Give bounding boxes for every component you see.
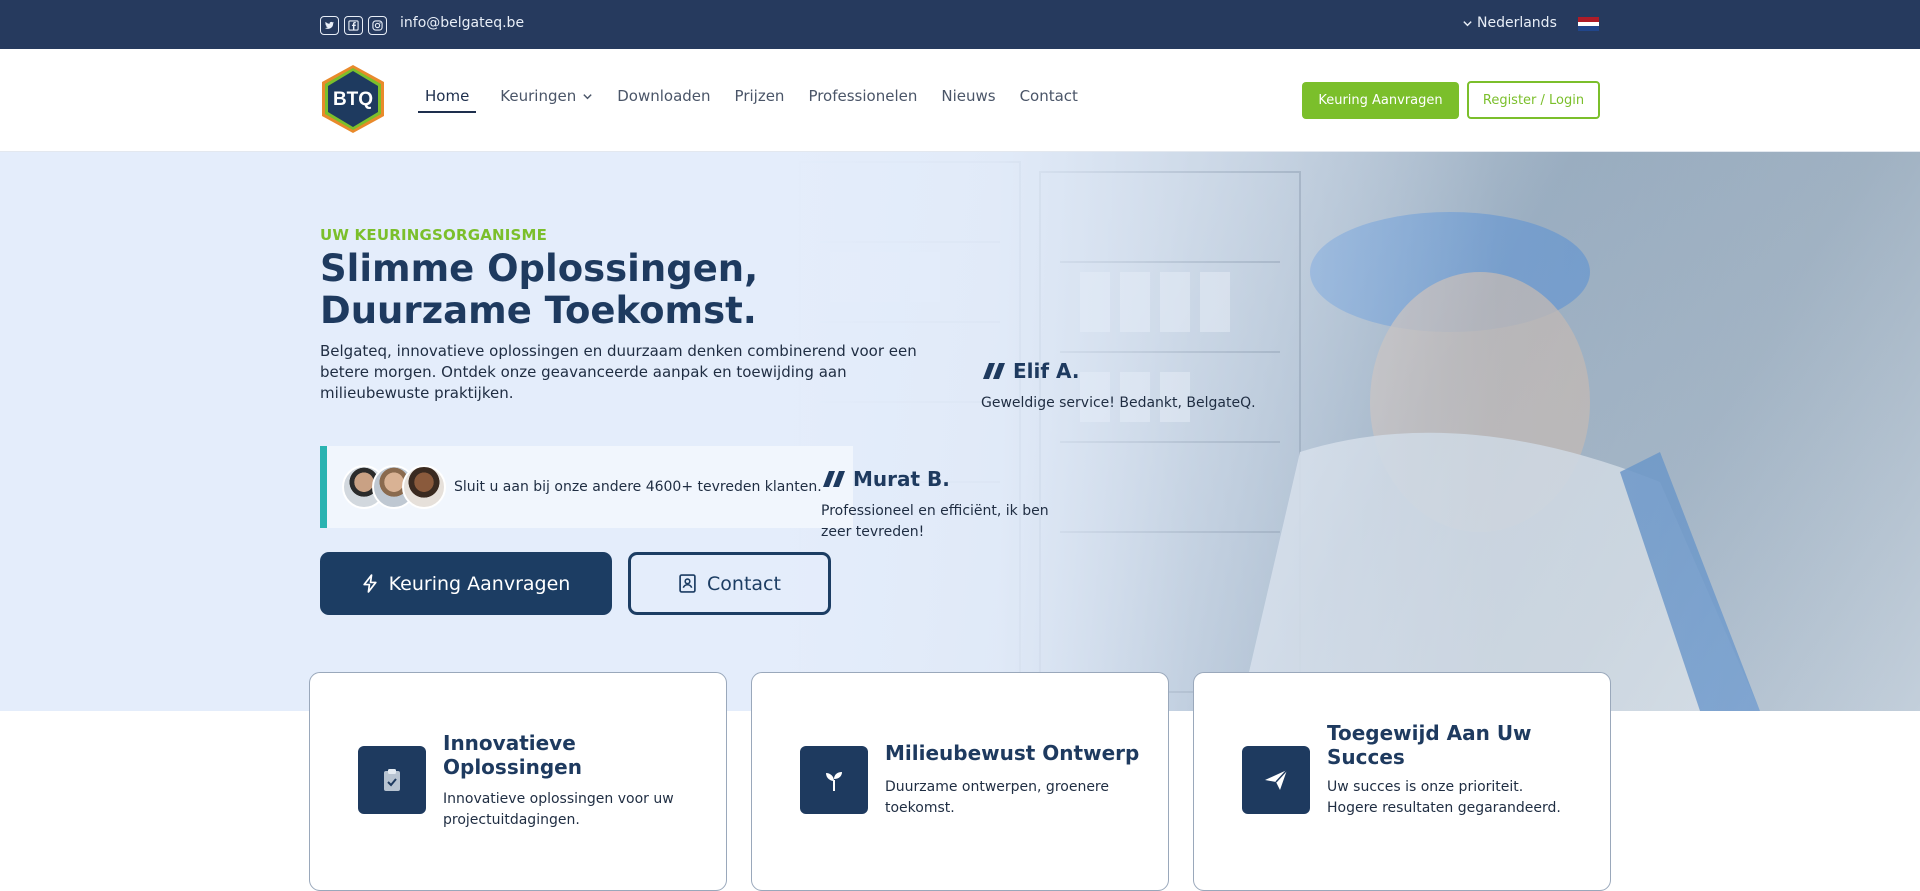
- quote-icon: [983, 363, 1005, 379]
- language-label: Nederlands: [1477, 15, 1557, 31]
- hero-section: UW KEURINGSORGANISME Slimme Oplossingen,…: [0, 152, 1920, 711]
- facebook-icon[interactable]: [344, 16, 363, 35]
- customer-avatars: [342, 465, 446, 509]
- testimonial-quote: Geweldige service! Bedankt, BelgateQ.: [981, 395, 1256, 411]
- request-inspection-button[interactable]: Keuring Aanvragen: [1302, 82, 1459, 119]
- feature-description: Duurzame ontwerpen, groenere toekomst.: [885, 779, 1109, 816]
- hero-title-line-1: Slimme Oplossingen,: [320, 247, 759, 290]
- feature-description: Innovatieve oplossingen voor uw projectu…: [443, 791, 674, 828]
- logo-text: BTQ: [333, 89, 373, 110]
- chevron-down-icon: [1463, 20, 1472, 26]
- btq-logo[interactable]: BTQ: [320, 64, 386, 134]
- testimonial-card: Elif A. Geweldige service! Bedankt, Belg…: [981, 359, 1281, 414]
- testimonial-card: Murat B. Professioneel en efficiënt, ik …: [821, 467, 1081, 543]
- hero-request-inspection-button[interactable]: Keuring Aanvragen: [320, 552, 612, 615]
- avatar: [402, 465, 446, 509]
- hero-title: Slimme Oplossingen, Duurzame Toekomst.: [320, 248, 820, 332]
- chevron-down-icon: [583, 93, 592, 99]
- nav-item-label: Contact: [1019, 87, 1078, 105]
- contact-email-link[interactable]: info@belgateq.be: [400, 15, 524, 31]
- button-label: Keuring Aanvragen: [388, 572, 571, 595]
- main-navigation: BTQ Home Keuringen Downloaden Prijzen Pr…: [0, 49, 1920, 152]
- feature-card-dedicated-success: Toegewijd Aan Uw Succes Uw succes is onz…: [1193, 672, 1611, 891]
- feature-title: Innovatieve Oplossingen: [443, 731, 582, 779]
- social-proof-banner: Sluit u aan bij onze andere 4600+ tevred…: [320, 446, 853, 528]
- button-label: Contact: [707, 572, 781, 595]
- nav-item-nieuws[interactable]: Nieuws: [941, 87, 995, 113]
- top-bar: info@belgateq.be Nederlands: [0, 0, 1920, 49]
- instagram-icon[interactable]: [368, 16, 387, 35]
- netherlands-flag-icon[interactable]: [1578, 17, 1599, 32]
- feature-title: Toegewijd Aan Uw Succes: [1327, 721, 1532, 769]
- twitter-icon[interactable]: [320, 16, 339, 35]
- testimonial-quote: Professioneel en efficiënt, ik ben zeer …: [821, 503, 1049, 540]
- feature-card-eco-design: Milieubewust Ontwerp Duurzame ontwerpen,…: [751, 672, 1169, 891]
- nav-item-home[interactable]: Home: [418, 87, 477, 113]
- nav-item-prijzen[interactable]: Prijzen: [735, 87, 785, 113]
- testimonial-name: Murat B.: [821, 467, 1081, 491]
- hero-eyebrow: UW KEURINGSORGANISME: [320, 226, 548, 244]
- nav-item-label: Keuringen: [500, 87, 577, 105]
- hero-title-line-2: Duurzame Toekomst.: [320, 289, 757, 332]
- nav-item-label: Home: [425, 87, 470, 105]
- contact-card-icon: [679, 574, 696, 593]
- nav-item-label: Downloaden: [617, 87, 711, 105]
- feature-description: Uw succes is onze prioriteit. Hogere res…: [1327, 779, 1561, 816]
- hero-description: Belgateq, innovatieve oplossingen en duu…: [320, 342, 917, 402]
- register-login-button[interactable]: Register / Login: [1467, 81, 1600, 119]
- sprout-icon: [826, 772, 842, 791]
- testimonial-name: Elif A.: [981, 359, 1281, 383]
- lightning-icon: [362, 574, 377, 593]
- social-proof-text: Sluit u aan bij onze andere 4600+ tevred…: [454, 479, 822, 495]
- nav-item-label: Prijzen: [734, 87, 785, 105]
- quote-icon: [823, 471, 845, 487]
- nav-item-keuringen[interactable]: Keuringen: [500, 87, 593, 113]
- nav-links: Home Keuringen Downloaden Prijzen Profes…: [418, 87, 1102, 113]
- nav-item-label: Nieuws: [941, 87, 996, 105]
- clipboard-check-icon: [384, 769, 400, 791]
- feature-card-innovative-solutions: Innovatieve Oplossingen Innovatieve oplo…: [309, 672, 727, 891]
- language-selector[interactable]: Nederlands: [1462, 15, 1557, 31]
- nav-item-professionelen[interactable]: Professionelen: [808, 87, 917, 113]
- nav-item-downloaden[interactable]: Downloaden: [617, 87, 710, 113]
- social-links: [320, 16, 387, 35]
- nav-item-contact[interactable]: Contact: [1020, 87, 1078, 113]
- feature-title: Milieubewust Ontwerp: [885, 741, 1140, 765]
- nav-item-label: Professionelen: [808, 87, 918, 105]
- hero-contact-button[interactable]: Contact: [628, 552, 831, 615]
- paper-plane-icon: [1265, 769, 1288, 790]
